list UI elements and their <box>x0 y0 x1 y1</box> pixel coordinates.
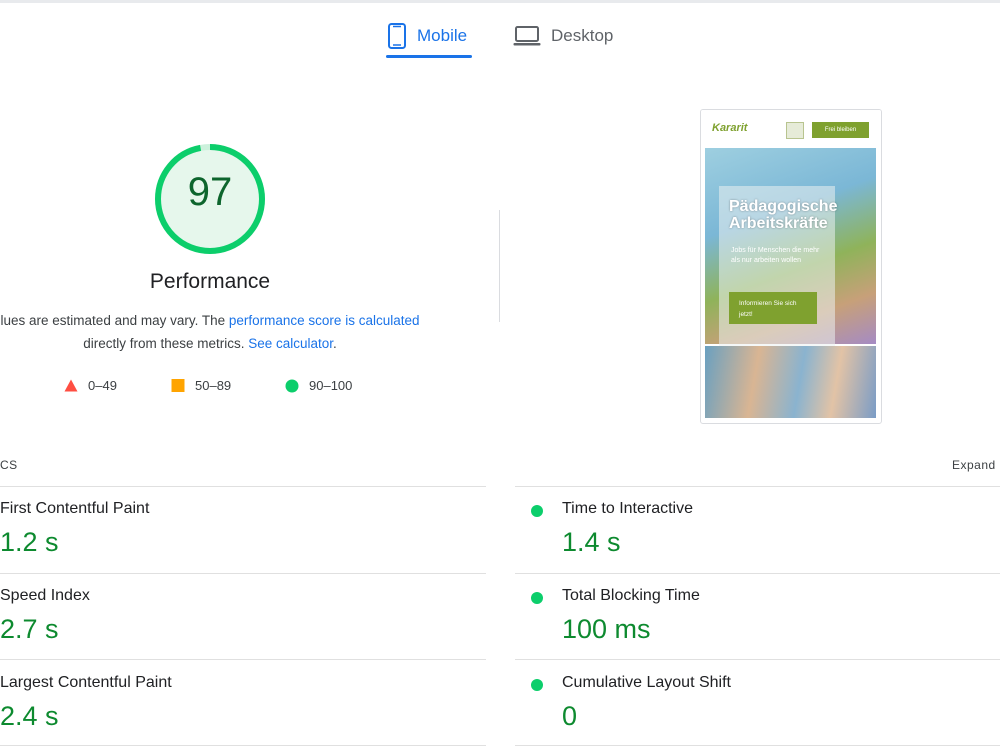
metric-divider <box>515 745 1000 746</box>
pass-circle-icon <box>531 592 543 604</box>
metric-divider <box>0 573 486 574</box>
metric-divider <box>515 573 1000 574</box>
preview-menu-icon <box>786 122 804 139</box>
metric-divider <box>0 745 486 746</box>
metric-value: 2.7 s <box>0 614 59 644</box>
pass-circle-icon <box>531 679 543 691</box>
legend-fail: 0–49 <box>64 378 117 393</box>
legend-fail-range: 0–49 <box>88 378 117 393</box>
metric-time-to-interactive: Time to Interactive 1.4 s <box>562 500 693 558</box>
pass-circle-icon <box>531 505 543 517</box>
metric-value: 0 <box>562 701 578 731</box>
metric-label: Speed Index <box>0 587 90 604</box>
metric-label: First Contentful Paint <box>0 500 150 517</box>
metric-divider <box>515 659 1000 660</box>
laptop-icon <box>513 26 541 46</box>
device-tabs: Mobile Desktop <box>0 0 1000 60</box>
preview-hero-title: Pädagogische Arbeitskräfte <box>729 198 838 232</box>
preview-cta: Frei bleiben <box>812 122 869 138</box>
legend-average-range: 50–89 <box>195 378 232 393</box>
preview-hero-button: Informieren Sie sich jetzt! <box>729 292 817 324</box>
description-text: lues are estimated and may vary. The <box>0 313 229 328</box>
metric-label: Cumulative Layout Shift <box>562 674 731 691</box>
metric-value: 2.4 s <box>0 701 59 731</box>
metric-label: Total Blocking Time <box>562 587 700 604</box>
metric-divider <box>0 659 486 660</box>
metric-label: Time to Interactive <box>562 500 694 517</box>
circle-icon <box>285 379 299 392</box>
tab-mobile-label: Mobile <box>417 26 468 45</box>
preview-hero-image: Pädagogische Arbeitskräfte Jobs für Mens… <box>705 148 876 348</box>
performance-score: 97 <box>187 170 233 214</box>
metric-speed-index: Speed Index 2.7 s <box>0 587 90 645</box>
metric-cumulative-layout-shift: Cumulative Layout Shift 0 <box>562 674 731 732</box>
triangle-icon <box>64 379 78 392</box>
see-calculator-link[interactable]: See calculator <box>248 336 333 351</box>
metric-divider <box>0 486 486 487</box>
gauge-title: Performance <box>149 270 271 293</box>
metric-largest-contentful-paint: Largest Contentful Paint 2.4 s <box>0 674 172 732</box>
metric-label: Largest Contentful Paint <box>0 674 172 691</box>
vertical-divider <box>499 210 500 322</box>
square-icon <box>171 379 185 392</box>
smartphone-icon <box>388 23 406 49</box>
legend-average: 50–89 <box>171 378 231 393</box>
metric-total-blocking-time: Total Blocking Time 100 ms <box>562 587 700 645</box>
expand-view-toggle[interactable]: Expand <box>952 458 996 472</box>
legend-pass-range: 90–100 <box>309 378 353 393</box>
description-period: . <box>333 336 337 351</box>
metric-divider <box>515 486 1000 487</box>
tab-mobile[interactable]: Mobile <box>387 14 467 58</box>
metrics-heading: CS <box>0 458 18 472</box>
performance-score-link[interactable]: performance score is calculated <box>229 313 420 328</box>
metric-value: 1.2 s <box>0 527 59 557</box>
final-screenshot-preview: Kararit Frei bleiben Pädagogische Arbeit… <box>700 109 882 424</box>
preview-header: Kararit Frei bleiben <box>701 110 881 148</box>
active-tab-indicator <box>386 55 472 58</box>
tab-desktop-label: Desktop <box>551 26 614 45</box>
tab-desktop[interactable]: Desktop <box>513 14 613 58</box>
preview-hero-subtitle: Jobs für Menschen die mehr als nur arbei… <box>731 247 820 264</box>
legend-pass: 90–100 <box>285 378 352 393</box>
metric-value: 100 ms <box>562 614 651 644</box>
preview-second-image <box>705 346 876 418</box>
score-description: lues are estimated and may vary. The per… <box>0 309 460 355</box>
preview-logo: Kararit <box>712 122 748 134</box>
description-text: directly from these metrics. <box>83 336 249 351</box>
metric-value: 1.4 s <box>562 527 621 557</box>
metric-first-contentful-paint: First Contentful Paint 1.2 s <box>0 500 149 558</box>
